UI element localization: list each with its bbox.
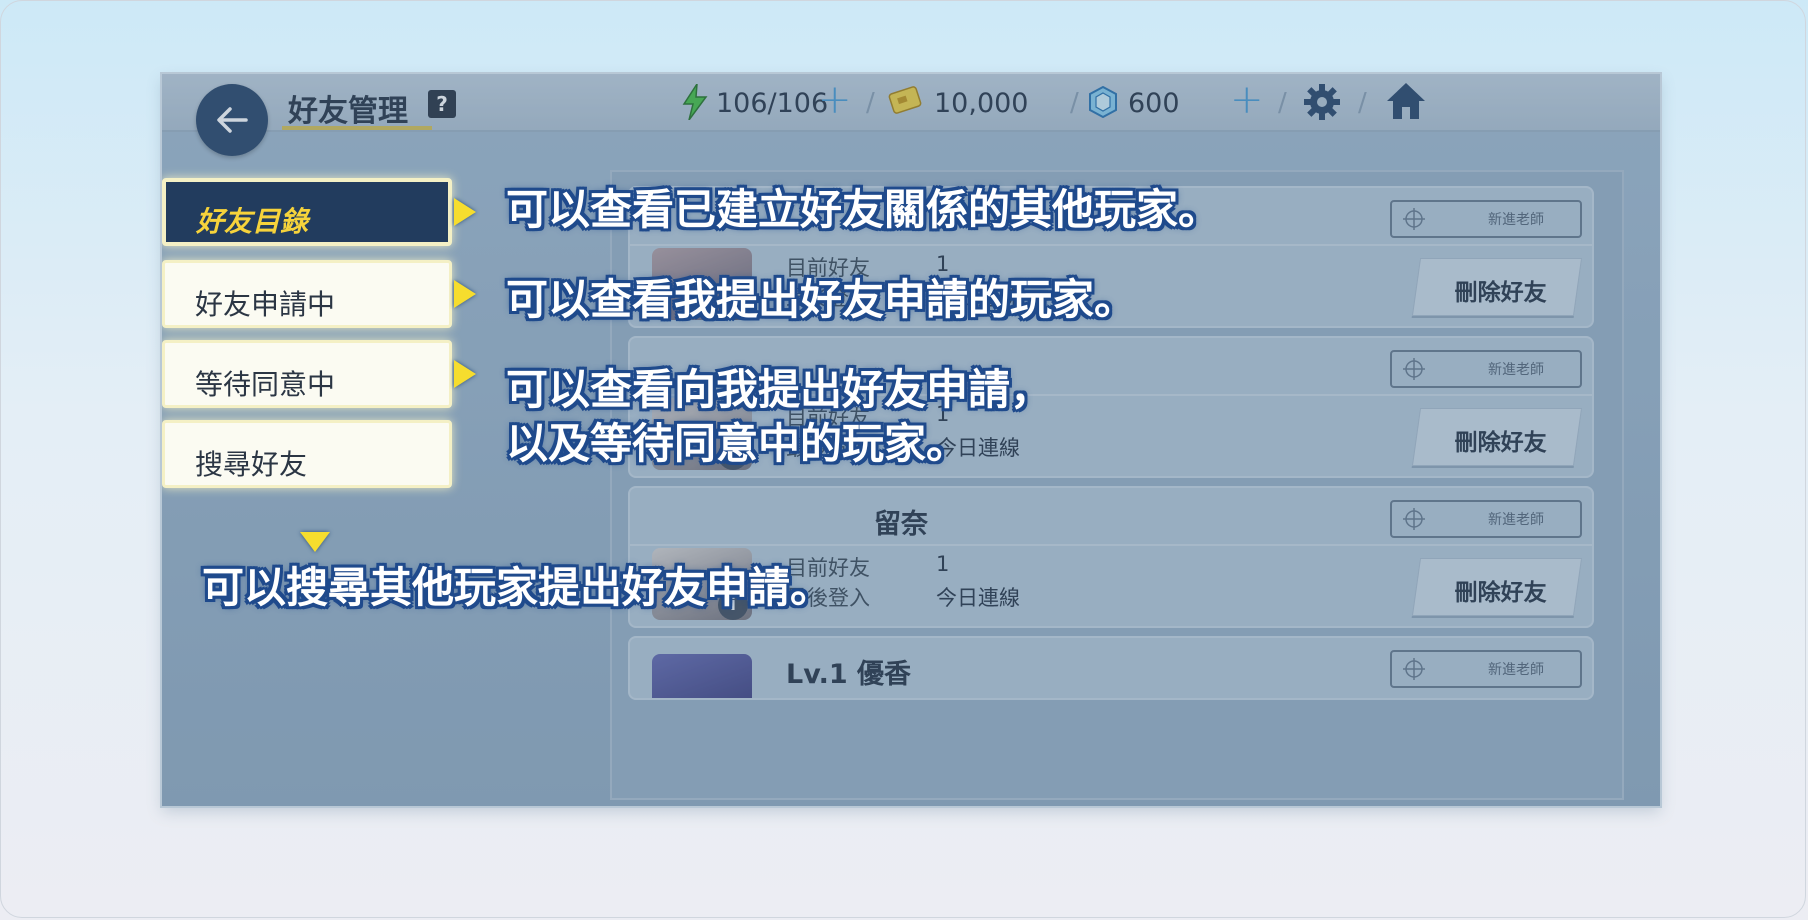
home-icon[interactable] bbox=[1384, 80, 1428, 122]
crosshair-icon bbox=[1403, 508, 1425, 530]
separator: / bbox=[1278, 88, 1287, 118]
page-title: 好友管理 bbox=[288, 94, 408, 129]
callout-awaiting-line1: 可以查看向我提出好友申請， bbox=[506, 365, 1053, 414]
pointer-arrow-icon bbox=[454, 198, 476, 226]
divider bbox=[630, 544, 1592, 546]
mentor-badge: 新進老師 bbox=[1390, 500, 1582, 538]
add-gem-button[interactable]: + bbox=[1230, 80, 1264, 120]
separator: / bbox=[1358, 88, 1367, 118]
back-arrow-icon bbox=[217, 107, 248, 133]
gem-value: 600 bbox=[1128, 88, 1180, 119]
friend-list: 新進老師 i 目前好友 1 最後登入 今日連線 刪除好友 新進老師 i 目前好友… bbox=[610, 170, 1624, 800]
mentor-badge-label: 新進老師 bbox=[1488, 662, 1544, 678]
lightning-icon bbox=[682, 84, 708, 120]
game-screen: 好友管理 ? 106/106 + / 10,000 / 600 + / / 新進… bbox=[162, 74, 1660, 806]
title-underline bbox=[282, 126, 432, 130]
callout-search: 可以搜尋其他玩家提出好友申請。 bbox=[202, 563, 833, 612]
gold-value: 10,000 bbox=[934, 88, 1029, 119]
tab-requests-sent[interactable]: 好友申請中 bbox=[162, 260, 452, 328]
top-bar: 好友管理 ? 106/106 + / 10,000 / 600 + / / bbox=[162, 74, 1660, 132]
crosshair-icon bbox=[1403, 658, 1425, 680]
mentor-badge: 新進老師 bbox=[1390, 350, 1582, 388]
tab-awaiting-approval[interactable]: 等待同意中 bbox=[162, 340, 452, 408]
avatar bbox=[652, 654, 752, 698]
gem-icon bbox=[1089, 86, 1117, 118]
tab-friend-list[interactable]: 好友目錄 bbox=[162, 178, 452, 246]
add-stamina-button[interactable]: + bbox=[818, 80, 852, 120]
crosshair-icon bbox=[1403, 208, 1425, 230]
gear-icon[interactable] bbox=[1302, 82, 1342, 122]
delete-friend-label: 刪除好友 bbox=[1454, 430, 1547, 456]
tab-search-friends[interactable]: 搜尋好友 bbox=[162, 420, 452, 488]
divider bbox=[630, 244, 1592, 246]
delete-friend-label: 刪除好友 bbox=[1454, 280, 1547, 306]
callout-friend-list: 可以查看已建立好友關係的其他玩家。 bbox=[506, 185, 1221, 234]
delete-friend-label: 刪除好友 bbox=[1454, 580, 1547, 606]
back-button[interactable] bbox=[196, 84, 268, 156]
mentor-badge-label: 新進老師 bbox=[1488, 212, 1544, 228]
delete-friend-button[interactable]: 刪除好友 bbox=[1411, 558, 1583, 616]
callout-awaiting-line2: 以及等待同意中的玩家。 bbox=[506, 419, 969, 468]
stamina-value: 106/106 bbox=[716, 88, 829, 119]
callout-requests-sent: 可以查看我提出好友申請的玩家。 bbox=[506, 275, 1137, 324]
mentor-badge-label: 新進老師 bbox=[1488, 362, 1544, 378]
pointer-arrow-down-icon bbox=[300, 532, 330, 552]
pointer-arrow-icon bbox=[454, 360, 476, 388]
mentor-badge: 新進老師 bbox=[1390, 200, 1582, 238]
delete-friend-button[interactable]: 刪除好友 bbox=[1411, 258, 1583, 316]
friend-name: Lv.1 優香 bbox=[786, 659, 912, 690]
pointer-arrow-icon bbox=[454, 280, 476, 308]
mentor-badge: 新進老師 bbox=[1390, 650, 1582, 688]
last-login-value: 今日連線 bbox=[936, 586, 1020, 610]
crosshair-icon bbox=[1403, 358, 1425, 380]
friend-card: Lv.1 優香 新進老師 bbox=[628, 636, 1594, 700]
delete-friend-button[interactable]: 刪除好友 bbox=[1411, 408, 1583, 466]
current-friends-value: 1 bbox=[936, 552, 950, 576]
credit-card-icon bbox=[888, 86, 922, 114]
friend-name: 留奈 bbox=[874, 509, 928, 540]
help-icon[interactable]: ? bbox=[428, 90, 456, 118]
separator: / bbox=[866, 88, 875, 118]
separator: / bbox=[1070, 88, 1079, 118]
current-friends-value: 1 bbox=[936, 252, 950, 276]
mentor-badge-label: 新進老師 bbox=[1488, 512, 1544, 528]
